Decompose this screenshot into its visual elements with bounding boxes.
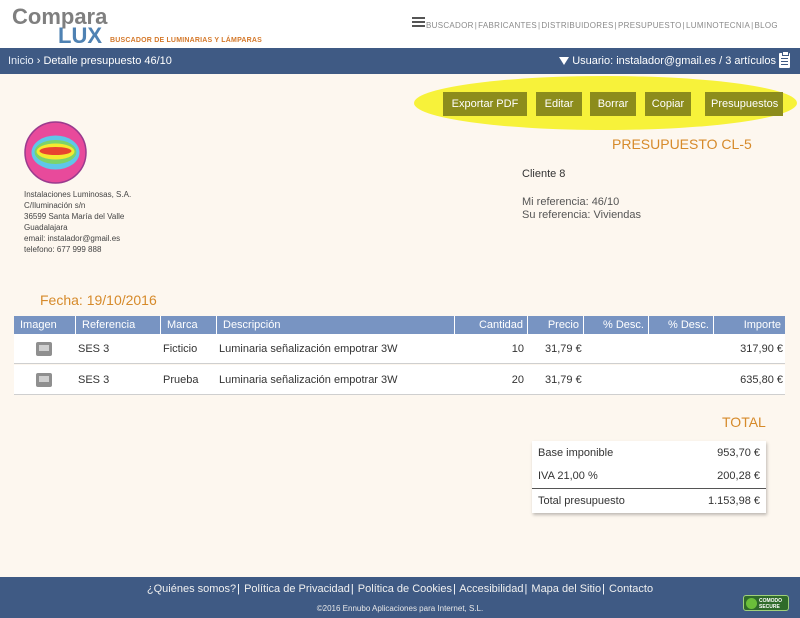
dropdown-triangle-icon[interactable] <box>559 57 570 65</box>
export-pdf-button[interactable]: Exportar PDF <box>443 92 527 116</box>
row-description: Luminaria señalización empotrar 3W <box>219 343 398 355</box>
row-amount: 317,90 € <box>740 343 783 355</box>
col-precio: Precio <box>528 316 584 334</box>
row-reference: SES 3 <box>78 343 110 355</box>
site-logo[interactable]: Compara LUX BUSCADOR DE LUMINARIAS Y LÁM… <box>12 4 272 48</box>
base-label: Base imponible <box>538 447 614 459</box>
breadcrumb-bar: Inicio › Detalle presupuesto 46/10 Usuar… <box>0 48 800 74</box>
total-title: TOTAL <box>722 414 766 430</box>
row-amount: 635,80 € <box>740 374 783 386</box>
footer-privacy[interactable]: Política de Privacidad <box>244 583 350 595</box>
breadcrumb-current: Detalle presupuesto 46/10 <box>43 55 172 67</box>
totals-box: Base imponible 953,70 € IVA 21,00 % 200,… <box>532 441 766 513</box>
col-referencia: Referencia <box>76 316 161 334</box>
secure-badge[interactable]: COMODO SECURE <box>743 595 789 611</box>
my-reference: Mi referencia: 46/10 <box>522 196 620 208</box>
secure-badge-text: COMODO SECURE <box>759 598 782 610</box>
copy-button[interactable]: Copiar <box>645 92 691 116</box>
totals-row-base: Base imponible 953,70 € <box>532 441 766 465</box>
totals-row-total: Total presupuesto 1.153,98 € <box>532 488 766 512</box>
nav-presupuesto[interactable]: PRESUPUESTO <box>618 21 682 30</box>
copyright: ©2016 Ennubo Aplicaciones para Internet,… <box>316 604 484 613</box>
clipboard-icon[interactable] <box>779 51 790 68</box>
row-brand: Prueba <box>163 374 199 386</box>
nav-blog[interactable]: BLOG <box>754 21 777 30</box>
company-logo-icon <box>24 121 87 184</box>
table-row[interactable]: SES 3 Prueba Luminaria señalización empo… <box>14 365 785 395</box>
company-email: email: instalador@gmail.es <box>24 234 121 243</box>
menu-icon[interactable] <box>412 17 425 28</box>
table-header: Imagen Referencia Marca Descripción Cant… <box>14 316 785 334</box>
nav-fabricantes[interactable]: FABRICANTES <box>478 21 537 30</box>
budget-title: PRESUPUESTO CL-5 <box>612 136 752 152</box>
col-marca: Marca <box>161 316 217 334</box>
your-reference: Su referencia: Viviendas <box>522 209 642 221</box>
footer-about[interactable]: ¿Quiénes somos? <box>147 583 236 595</box>
nav-buscador[interactable]: BUSCADOR <box>426 21 474 30</box>
edit-button[interactable]: Editar <box>536 92 582 116</box>
col-importe: Importe <box>743 319 781 331</box>
user-info: Usuario: instalador@gmail.es / 3 artícul… <box>559 55 776 67</box>
cart-articles[interactable]: 3 artículos <box>725 55 776 67</box>
base-value: 953,70 € <box>717 447 760 459</box>
budget-references: Mi referencia: 46/10 Su referencia: Vivi… <box>522 196 641 222</box>
breadcrumb-home[interactable]: Inicio <box>8 55 34 67</box>
col-desc1: % Desc. <box>584 316 649 334</box>
logo-lux: LUX <box>58 23 102 48</box>
footer-contact[interactable]: Contacto <box>609 583 653 595</box>
iva-value: 200,28 € <box>717 470 760 482</box>
row-price: 31,79 € <box>545 374 582 386</box>
badge-line-2: SECURE <box>759 604 780 610</box>
table-row[interactable]: SES 3 Ficticio Luminaria señalización em… <box>14 334 785 364</box>
footer-accessibility[interactable]: Accesibilidad <box>459 583 523 595</box>
check-icon <box>746 598 757 609</box>
col-desc2: % Desc. <box>649 316 714 334</box>
row-brand: Ficticio <box>163 343 198 355</box>
col-descripcion: Descripción <box>217 316 455 334</box>
company-name: Instalaciones Luminosas, S.A. <box>24 190 132 199</box>
col-imagen: Imagen <box>14 316 76 334</box>
site-footer: ¿Quiénes somos?| Política de Privacidad|… <box>0 577 800 618</box>
company-province: Guadalajara <box>24 223 68 232</box>
footer-sitemap[interactable]: Mapa del Sitio <box>531 583 601 595</box>
company-postal: 36599 Santa María del Valle <box>24 212 125 221</box>
row-quantity: 20 <box>511 374 524 386</box>
product-thumbnail[interactable] <box>36 342 52 356</box>
nav-luminotecnia[interactable]: LUMINOTECNIA <box>686 21 750 30</box>
company-address: C/Iluminación s/n <box>24 201 86 210</box>
delete-button[interactable]: Borrar <box>590 92 636 116</box>
row-quantity: 10 <box>511 343 524 355</box>
product-thumbnail[interactable] <box>36 373 52 387</box>
col-cantidad: Cantidad <box>455 316 528 334</box>
breadcrumb: Inicio › Detalle presupuesto 46/10 <box>8 55 172 67</box>
row-description: Luminaria señalización empotrar 3W <box>219 374 398 386</box>
nav-distribuidores[interactable]: DISTRIBUIDORES <box>541 21 613 30</box>
iva-label: IVA 21,00 % <box>538 470 598 482</box>
site-header: Compara LUX BUSCADOR DE LUMINARIAS Y LÁM… <box>0 0 800 48</box>
footer-cookies[interactable]: Política de Cookies <box>358 583 452 595</box>
user-label[interactable]: Usuario: instalador@gmail.es <box>572 55 716 67</box>
footer-links: ¿Quiénes somos?| Política de Privacidad|… <box>146 583 654 595</box>
budgets-button[interactable]: Presupuestos <box>705 92 783 116</box>
row-reference: SES 3 <box>78 374 110 386</box>
company-info: Instalaciones Luminosas, S.A. C/Iluminac… <box>24 189 131 255</box>
totals-row-iva: IVA 21,00 % 200,28 € <box>532 464 766 488</box>
row-price: 31,79 € <box>545 343 582 355</box>
top-navigation: BUSCADOR|FABRICANTES|DISTRIBUIDORES|PRES… <box>426 21 778 30</box>
client-name: Cliente 8 <box>522 168 566 180</box>
budget-date: Fecha: 19/10/2016 <box>40 292 157 308</box>
breadcrumb-separator: › <box>36 55 41 67</box>
total-value: 1.153,98 € <box>708 495 760 507</box>
total-label: Total presupuesto <box>538 495 625 507</box>
company-phone: telefono: 677 999 888 <box>24 245 102 254</box>
user-separator: / <box>719 55 723 67</box>
logo-subtitle: BUSCADOR DE LUMINARIAS Y LÁMPARAS <box>110 37 263 44</box>
